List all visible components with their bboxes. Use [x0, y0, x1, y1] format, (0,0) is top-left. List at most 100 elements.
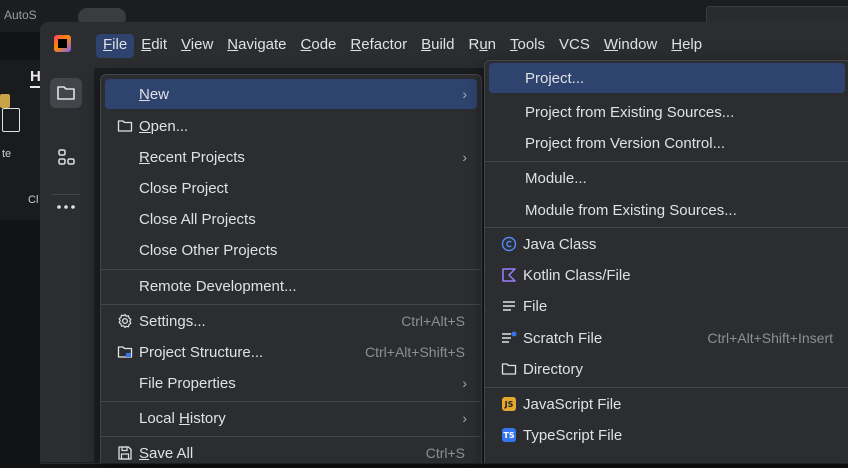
submenu-item-project[interactable]: Project... — [489, 63, 845, 93]
menu-separator — [101, 436, 481, 437]
menu-separator — [101, 304, 481, 305]
menu-separator — [101, 269, 481, 270]
menu-item-close-other-projects[interactable]: Close Other Projects — [105, 235, 477, 265]
folder-icon — [57, 86, 75, 100]
menu-item-file-properties[interactable]: File Properties › — [105, 368, 477, 398]
menu-item-open[interactable]: Open... — [105, 111, 477, 141]
save-icon — [115, 445, 135, 461]
submenu-arrow-icon: › — [462, 410, 467, 426]
menu-item-label: Settings... — [139, 312, 206, 330]
submenu-arrow-icon: › — [462, 149, 467, 165]
save-all-label-rest: ave All — [149, 444, 194, 462]
menu-item-label: Java Class — [523, 235, 597, 253]
structure-icon — [58, 149, 75, 165]
menu-item-label: Module from Existing Sources... — [525, 201, 737, 219]
menu-item-local-history[interactable]: Local History › — [105, 403, 477, 433]
menu-item-label: TypeScript File — [523, 426, 623, 444]
menu-edit[interactable]: Edit — [134, 34, 174, 58]
menu-item-label: Project from Existing Sources... — [525, 103, 735, 121]
paste-label: te — [2, 148, 12, 160]
kotlin-class-icon — [499, 267, 519, 283]
ts-badge: TS — [502, 428, 516, 442]
menu-item-label: Scratch File — [523, 329, 603, 347]
menu-file[interactable]: File — [96, 34, 135, 58]
submenu-arrow-icon: › — [462, 375, 467, 391]
more-dots-icon — [57, 205, 75, 209]
submenu-item-scratch-file[interactable]: Scratch File Ctrl+Alt+Shift+Insert — [489, 323, 845, 353]
submenu-item-module-existing-sources[interactable]: Module from Existing Sources... — [489, 195, 845, 225]
menu-separator — [485, 387, 848, 388]
tool-window-rail — [40, 68, 95, 462]
project-structure-icon — [115, 345, 135, 359]
menu-help[interactable]: Help — [664, 34, 709, 58]
submenu-item-javascript-file[interactable]: JS JavaScript File — [489, 389, 845, 419]
submenu-item-directory[interactable]: Directory — [489, 354, 845, 384]
menu-navigate[interactable]: Navigate — [220, 34, 293, 58]
typescript-file-icon: TS — [499, 428, 519, 442]
menu-vcs[interactable]: VCS — [552, 34, 597, 58]
menu-window[interactable]: Window — [597, 34, 664, 58]
clipboard-label: Cl — [28, 194, 39, 206]
menu-item-label: Directory — [523, 360, 584, 378]
submenu-item-kotlin-class[interactable]: Kotlin Class/File — [489, 260, 845, 290]
structure-view-button[interactable] — [50, 142, 82, 172]
submenu-item-project-existing-sources[interactable]: Project from Existing Sources... — [489, 97, 845, 127]
menu-run[interactable]: Run — [461, 34, 503, 58]
recent-label-rest: ecent Projects — [149, 148, 245, 166]
submenu-item-typescript-file[interactable]: TS TypeScript File — [489, 420, 845, 450]
menu-separator — [485, 227, 848, 228]
text-file-icon — [499, 300, 519, 312]
submenu-item-java-class[interactable]: Java Class — [489, 229, 845, 259]
menu-item-label: File — [523, 297, 548, 315]
new-label-rest: ew — [149, 85, 170, 103]
shortcut-label: Ctrl+Alt+S — [401, 313, 465, 329]
local-history-label: Local History — [139, 409, 226, 427]
menu-separator — [485, 161, 848, 162]
intellij-logo-icon[interactable] — [54, 35, 71, 52]
paste-clip-icon — [0, 94, 10, 108]
main-menubar: File Edit View Navigate Code Refactor Build Run… — [96, 34, 709, 58]
menu-item-label: Save All — [139, 444, 194, 462]
gear-icon — [115, 313, 135, 329]
more-tool-windows-button[interactable] — [50, 192, 82, 222]
menu-view[interactable]: View — [174, 34, 220, 58]
shortcut-label: Ctrl+Alt+Shift+Insert — [707, 330, 833, 346]
autosave-label: AutoS — [4, 8, 37, 22]
menu-code[interactable]: Code — [294, 34, 344, 58]
menu-build[interactable]: Build — [414, 34, 461, 58]
menu-item-label: Project... — [525, 69, 585, 87]
file-menu-popup: New › Open... Recent Projects › Close Pr… — [100, 74, 482, 463]
menu-refactor[interactable]: Refactor — [343, 34, 414, 58]
menu-item-label: File Properties — [139, 374, 236, 392]
menu-item-settings[interactable]: Settings... Ctrl+Alt+S — [105, 306, 477, 336]
submenu-item-module[interactable]: Module... — [489, 163, 845, 193]
submenu-item-file[interactable]: File — [489, 291, 845, 321]
menu-item-label: Project from Version Control... — [525, 134, 726, 152]
menu-item-label: Module... — [525, 169, 587, 187]
menu-item-close-all-projects[interactable]: Close All Projects — [105, 204, 477, 234]
submenu-arrow-icon: › — [462, 86, 467, 102]
menu-item-label: Remote Development... — [139, 277, 297, 295]
menu-item-remote-development[interactable]: Remote Development... — [105, 271, 477, 301]
menu-tools[interactable]: Tools — [503, 34, 552, 58]
menu-item-label: JavaScript File — [523, 395, 622, 413]
menu-item-label: Recent Projects — [139, 148, 245, 166]
folder-icon — [499, 362, 519, 376]
menu-item-label: Open... — [139, 117, 189, 135]
new-submenu-popup: Project... Project from Existing Sources… — [484, 60, 848, 463]
menu-item-label: Local History — [139, 410, 462, 427]
menu-item-label: New — [139, 85, 170, 103]
project-view-button[interactable] — [50, 78, 82, 108]
javascript-file-icon: JS — [499, 397, 519, 411]
menu-item-project-structure[interactable]: Project Structure... Ctrl+Alt+Shift+S — [105, 337, 477, 367]
java-class-icon — [499, 236, 519, 252]
menu-item-close-project[interactable]: Close Project — [105, 173, 477, 203]
menu-item-save-all[interactable]: Save All Ctrl+S — [105, 438, 477, 468]
shortcut-label: Ctrl+S — [425, 445, 465, 461]
paste-icon[interactable] — [2, 108, 20, 132]
folder-open-icon — [115, 119, 135, 133]
submenu-item-project-version-control[interactable]: Project from Version Control... — [489, 128, 845, 158]
menu-item-recent-projects[interactable]: Recent Projects › — [105, 142, 477, 172]
menu-item-new[interactable]: New › — [105, 79, 477, 109]
scratch-file-icon — [499, 331, 519, 345]
